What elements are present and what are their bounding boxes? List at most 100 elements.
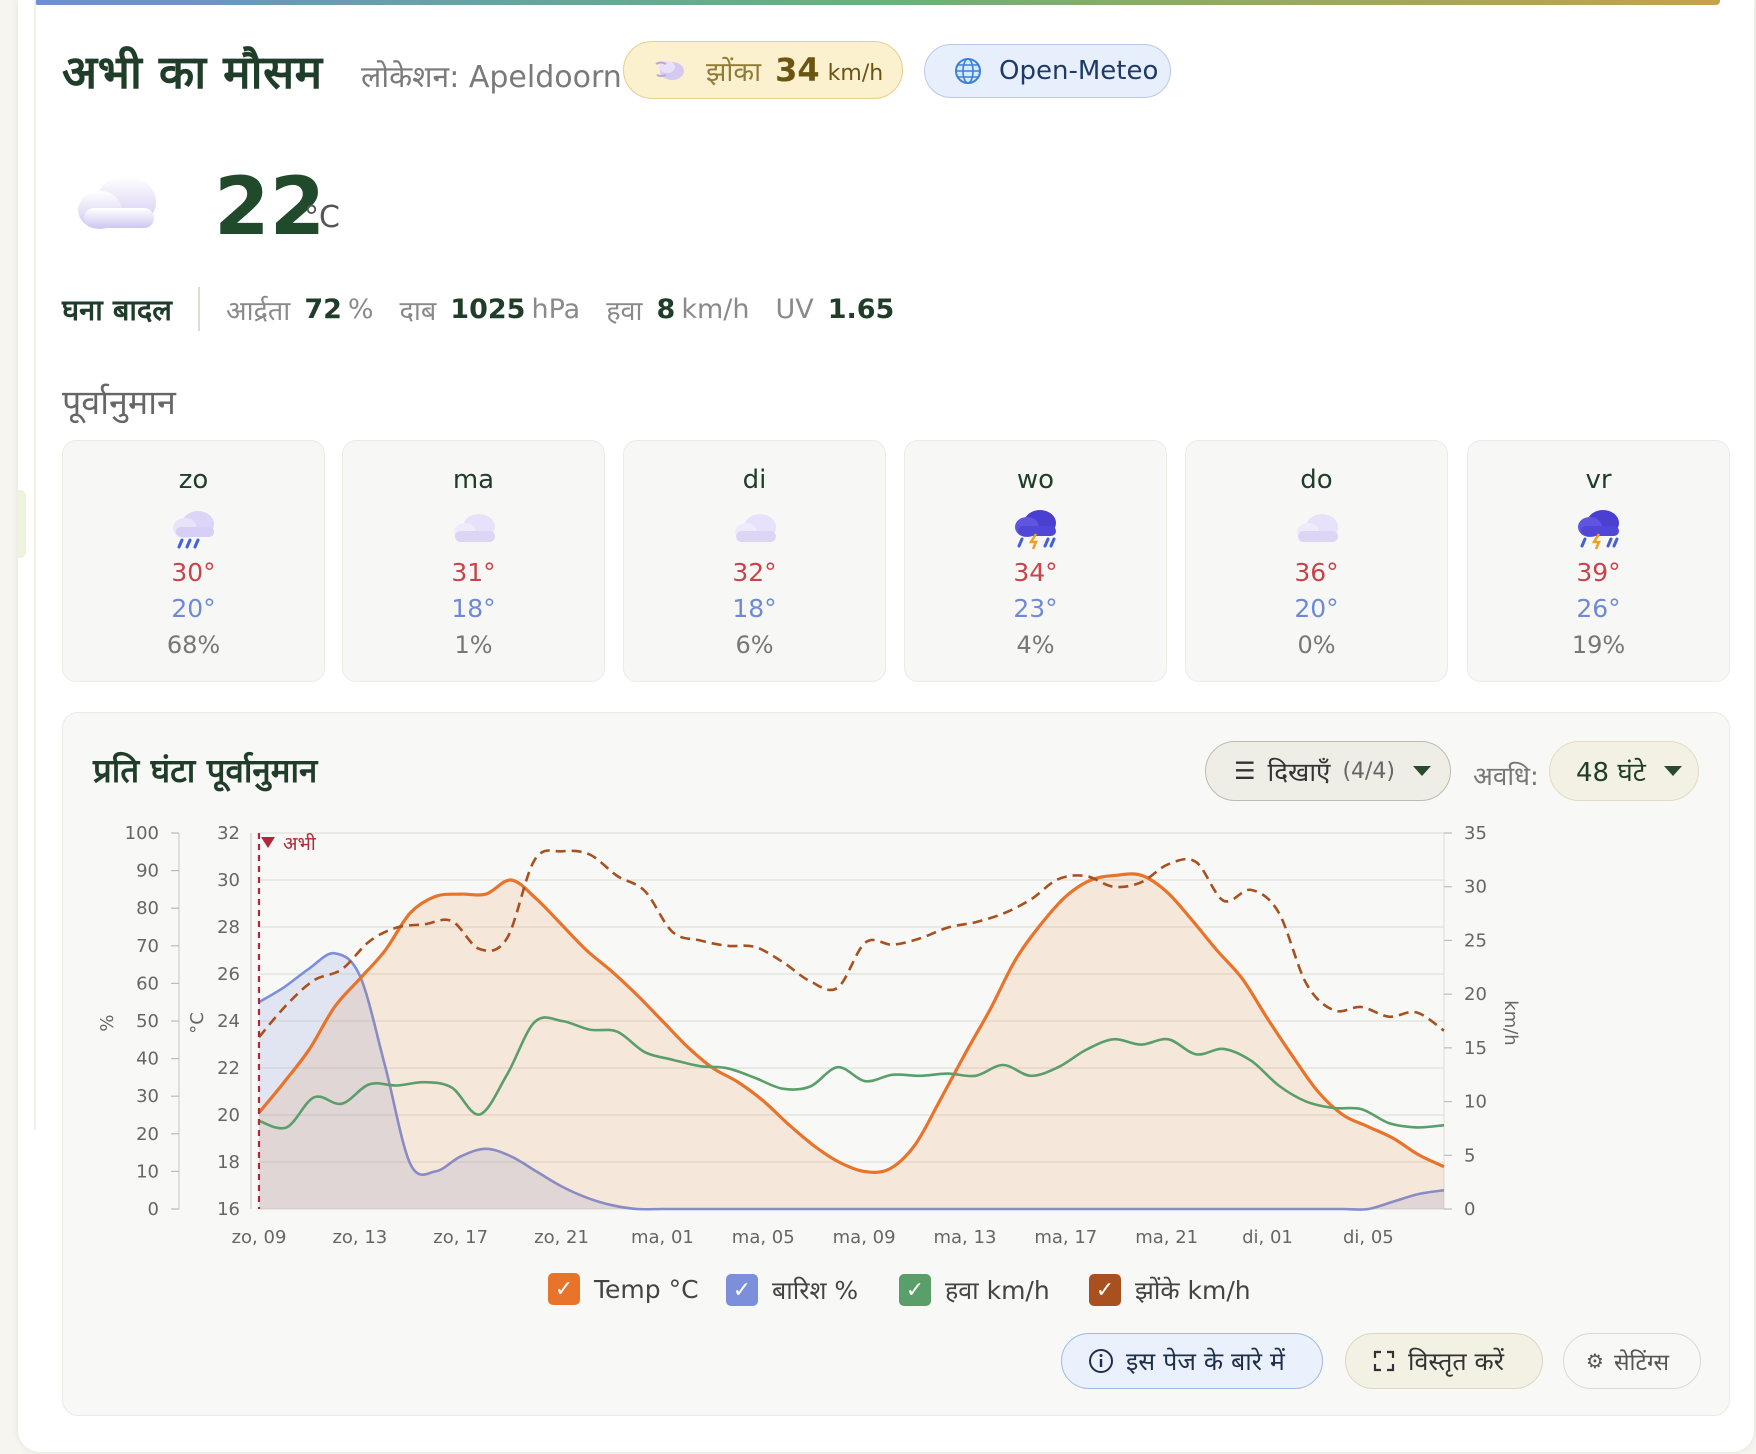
wind-gust-icon [655, 61, 684, 80]
thunderstorm-icon [1014, 510, 1056, 550]
legend-toggle-temp[interactable]: ✓ Temp °C [548, 1273, 699, 1305]
wind-value: 8 [656, 293, 676, 325]
y-tick-label-pct: 100 [125, 823, 159, 844]
x-tick-label: ma, 13 [933, 1227, 996, 1248]
precip-chance: 6% [735, 631, 774, 659]
day-name: ma [452, 465, 495, 495]
expand-button-label: विस्तृत करें [1408, 1347, 1504, 1376]
hourly-chart: 0102030405060708090100161820222426283032… [97, 823, 1521, 1248]
low-temp: 26° [1576, 594, 1621, 623]
info-icon [1089, 1349, 1113, 1373]
x-tick-label: ma, 09 [833, 1227, 896, 1248]
y-tick-label-wind: 10 [1464, 1092, 1487, 1113]
legend-toggle-wind[interactable]: ✓ हवा km/h [899, 1273, 1050, 1307]
forecast-day-card[interactable]: di 32° 18° 6% [623, 440, 886, 682]
source-button[interactable]: Open-Meteo [924, 44, 1171, 98]
low-temp: 18° [732, 594, 777, 623]
x-tick-label: zo, 13 [332, 1227, 387, 1248]
legend-toggle-gusts[interactable]: ✓ झोंके km/h [1089, 1273, 1251, 1307]
forecast-day-card[interactable]: ma 31° 18° 1% [342, 440, 605, 682]
low-temp: 23° [1013, 594, 1058, 623]
humidity-unit: % [347, 293, 374, 325]
forecast-day-card[interactable]: zo 30° 20° 68% [62, 440, 325, 682]
precip-chance: 19% [1571, 631, 1626, 659]
cloud-icon [453, 514, 495, 542]
thunderstorm-icon [1577, 510, 1619, 550]
accent-bar [34, 0, 1720, 5]
y-tick-label-pct: 40 [136, 1049, 159, 1070]
y-tick-label-pct: 20 [136, 1124, 159, 1145]
uv-value: 1.65 [827, 293, 895, 325]
wind-label: हवा [606, 295, 643, 327]
y-tick-label-pct: 50 [136, 1011, 159, 1032]
expand-button[interactable]: विस्तृत करें [1345, 1333, 1543, 1389]
cloud-icon [734, 514, 776, 542]
x-tick-label: ma, 17 [1034, 1227, 1097, 1248]
low-temp: 20° [171, 594, 216, 623]
y-tick-label-temp: 32 [217, 823, 240, 844]
y-tick-label-wind: 0 [1464, 1199, 1475, 1220]
x-tick-label: zo, 17 [433, 1227, 488, 1248]
day-name: wo [1016, 465, 1055, 495]
legend-label: झोंके km/h [1135, 1276, 1251, 1305]
page-title: अभी का मौसम [62, 45, 323, 99]
high-temp: 39° [1576, 558, 1621, 587]
forecast-day-card[interactable]: wo 34° 23° 4% [904, 440, 1167, 682]
y-tick-label-wind: 5 [1464, 1145, 1475, 1166]
x-tick-label: ma, 21 [1135, 1227, 1198, 1248]
checkbox-icon: ✓ [899, 1274, 931, 1306]
x-tick-label: di, 01 [1242, 1227, 1293, 1248]
gust-unit: km/h [827, 60, 884, 86]
y-tick-label-pct: 80 [136, 898, 159, 919]
y-tick-label-wind: 20 [1464, 984, 1487, 1005]
y-tick-label-temp: 30 [217, 870, 240, 891]
location-label: लोकेशन: Apeldoorn [361, 60, 622, 95]
legend-toggle-rain[interactable]: ✓ बारिश % [726, 1273, 858, 1307]
cloud-icon [78, 176, 156, 229]
pressure-label: दाब [399, 295, 437, 327]
x-tick-label: ma, 05 [732, 1227, 795, 1248]
y-axis-title-wind: km/h [1500, 1000, 1521, 1045]
x-tick-label: di, 05 [1343, 1227, 1394, 1248]
pressure-value: 1025 [450, 293, 526, 325]
divider [197, 287, 200, 331]
checkbox-icon: ✓ [548, 1273, 580, 1305]
gust-badge: झोंका 34 km/h [623, 41, 903, 99]
x-tick-label: zo, 09 [232, 1227, 287, 1248]
cloud-icon [1296, 514, 1338, 542]
about-page-button[interactable]: इस पेज के बारे में [1061, 1333, 1323, 1389]
y-tick-label-temp: 18 [217, 1152, 240, 1173]
humidity-value: 72 [304, 293, 342, 325]
humidity-label: आर्द्रता [225, 295, 291, 327]
y-tick-label-temp: 28 [217, 917, 240, 938]
high-temp: 30° [171, 558, 216, 587]
globe-icon [955, 58, 981, 84]
y-tick-label-pct: 90 [136, 861, 159, 882]
y-axis-title-temp: °C [187, 1012, 208, 1034]
x-tick-label: zo, 21 [534, 1227, 589, 1248]
gust-value: 34 [775, 51, 820, 89]
uv-label: UV [775, 293, 814, 325]
wind-unit: km/h [681, 293, 750, 325]
high-temp: 31° [451, 558, 496, 587]
legend-label: Temp °C [594, 1274, 699, 1304]
forecast-day-card[interactable]: do 36° 20° 0% [1185, 440, 1448, 682]
source-label: Open-Meteo [999, 56, 1159, 86]
chart-legend: ✓ Temp °C ✓ बारिश % ✓ हवा km/h ✓ झोंके k… [63, 1273, 1729, 1317]
forecast-title: पूर्वानुमान [62, 383, 176, 423]
condition-text: घना बादल [62, 292, 172, 327]
y-axis-title-pct: % [97, 1014, 118, 1031]
settings-button[interactable]: ⚙ सेटिंग्स [1563, 1333, 1701, 1389]
legend-label: बारिश % [772, 1276, 859, 1305]
rain-cloud-icon [172, 511, 214, 549]
day-name: vr [1585, 465, 1612, 495]
day-name: di [742, 465, 767, 495]
settings-button-label: सेटिंग्स [1613, 1350, 1670, 1376]
forecast-day-card[interactable]: vr 39° 26° 19% [1467, 440, 1730, 682]
y-tick-label-pct: 30 [136, 1086, 159, 1107]
y-tick-label-pct: 60 [136, 973, 159, 994]
y-tick-label-temp: 26 [217, 964, 240, 985]
high-temp: 34° [1013, 558, 1058, 587]
y-tick-label-temp: 16 [217, 1199, 240, 1220]
hourly-forecast-panel: प्रति घंटा पूर्वानुमान ☰ दिखाएँ (4/4) अव… [62, 712, 1730, 1416]
